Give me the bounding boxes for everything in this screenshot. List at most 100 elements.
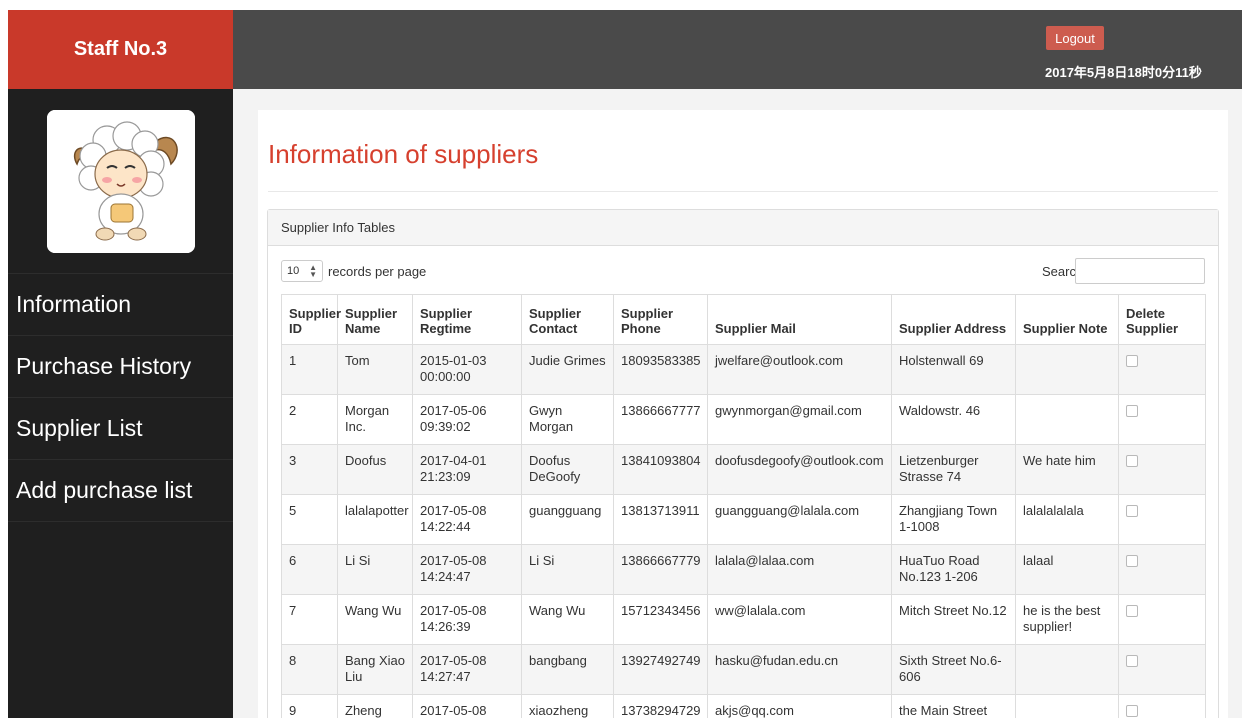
cell-phone: 15712343456 xyxy=(613,594,708,645)
column-header-mail[interactable]: Supplier Mail xyxy=(707,294,892,345)
panel-heading: Supplier Info Tables xyxy=(268,210,1218,246)
up-down-arrows-icon: ▲ ▼ xyxy=(309,263,317,279)
cell-mail: hasku@fudan.edu.cn xyxy=(707,644,892,695)
table-row: 5 lalalapotter 2017-05-08 14:22:44 guang… xyxy=(281,494,1206,545)
cell-name: Bang Xiao Liu xyxy=(337,644,413,695)
cell-mail: doofusdegoofy@outlook.com xyxy=(707,444,892,495)
column-header-id[interactable]: Supplier ID xyxy=(281,294,341,345)
cell-regtime: 2017-05-06 09:39:02 xyxy=(412,394,522,445)
cell-phone: 18093583385 xyxy=(613,344,708,395)
cell-mail: ww@lalala.com xyxy=(707,594,892,645)
cell-name: Tom xyxy=(337,344,413,395)
cell-mail: lalala@lalaa.com xyxy=(707,544,892,595)
cell-id: 5 xyxy=(281,494,338,545)
cell-name: lalalapotter xyxy=(337,494,413,545)
avatar-area xyxy=(8,89,233,274)
table-row: 2 Morgan Inc. 2017-05-06 09:39:02 Gwyn M… xyxy=(281,394,1206,445)
cell-contact: xiaozheng xyxy=(521,694,614,718)
cell-note: lalaal xyxy=(1015,544,1119,595)
cell-note: he is the best supplier! xyxy=(1015,594,1119,645)
sheep-avatar-icon xyxy=(46,109,195,253)
cell-name: Wang Wu xyxy=(337,594,413,645)
cell-regtime: 2017-05-08 14:27:47 xyxy=(412,644,522,695)
cell-regtime: 2017-05-08 14:24:47 xyxy=(412,544,522,595)
cell-contact: Doofus DeGoofy xyxy=(521,444,614,495)
column-header-regtime[interactable]: Supplier Regtime xyxy=(412,294,522,345)
delete-checkbox[interactable] xyxy=(1126,355,1138,367)
cell-contact: bangbang xyxy=(521,644,614,695)
cell-mail: gwynmorgan@gmail.com xyxy=(707,394,892,445)
delete-checkbox[interactable] xyxy=(1126,505,1138,517)
cell-id: 3 xyxy=(281,444,338,495)
main-content: Information of suppliers Supplier Info T… xyxy=(258,110,1228,718)
nav-item-supplier-list[interactable]: Supplier List xyxy=(8,398,233,460)
cell-delete xyxy=(1118,344,1206,395)
column-header-address[interactable]: Supplier Address xyxy=(891,294,1016,345)
cell-address: Zhangjiang Town 1-1008 xyxy=(891,494,1016,545)
delete-checkbox[interactable] xyxy=(1126,455,1138,467)
cell-note xyxy=(1015,644,1119,695)
nav-item-add-purchase-list[interactable]: Add purchase list xyxy=(8,460,233,522)
column-header-phone[interactable]: Supplier Phone xyxy=(613,294,708,345)
cell-name: Doofus xyxy=(337,444,413,495)
title-divider xyxy=(268,191,1218,192)
cell-contact: Wang Wu xyxy=(521,594,614,645)
table-row: 7 Wang Wu 2017-05-08 14:26:39 Wang Wu 15… xyxy=(281,594,1206,645)
avatar xyxy=(46,109,195,253)
staff-brand: Staff No.3 xyxy=(8,10,233,89)
nav-item-information[interactable]: Information xyxy=(8,274,233,336)
delete-checkbox[interactable] xyxy=(1126,655,1138,667)
app-frame: Staff No.3 Information Purchase History … xyxy=(8,10,1242,718)
cell-id: 2 xyxy=(281,394,338,445)
cell-phone: 13841093804 xyxy=(613,444,708,495)
cell-name: Li Si xyxy=(337,544,413,595)
cell-delete xyxy=(1118,694,1206,718)
sidebar: Staff No.3 Information Purchase History … xyxy=(8,10,233,718)
top-bar: Logout 2017年5月8日18时0分11秒 xyxy=(233,10,1242,89)
table-row: 3 Doofus 2017-04-01 21:23:09 Doofus DeGo… xyxy=(281,444,1206,495)
column-header-delete[interactable]: Delete Supplier xyxy=(1118,294,1206,345)
column-header-note[interactable]: Supplier Note xyxy=(1015,294,1119,345)
cell-address: Lietzenburger Strasse 74 xyxy=(891,444,1016,495)
table-controls: 10 ▲ ▼ records per page Search: xyxy=(268,246,1218,294)
cell-mail: guangguang@lalala.com xyxy=(707,494,892,545)
cell-delete xyxy=(1118,644,1206,695)
cell-id: 9 xyxy=(281,694,338,718)
cell-name: Morgan Inc. xyxy=(337,394,413,445)
cell-delete xyxy=(1118,394,1206,445)
records-per-page-label: records per page xyxy=(328,264,427,279)
cell-address: Waldowstr. 46 xyxy=(891,394,1016,445)
nav-item-purchase-history[interactable]: Purchase History xyxy=(8,336,233,398)
cell-address: the Main Street xyxy=(891,694,1016,718)
table-row: 6 Li Si 2017-05-08 14:24:47 Li Si 138666… xyxy=(281,544,1206,595)
delete-checkbox[interactable] xyxy=(1126,705,1138,717)
cell-phone: 13738294729 xyxy=(613,694,708,718)
delete-checkbox[interactable] xyxy=(1126,605,1138,617)
table-row: 9 Zheng Xiao 2017-05-08 xiaozheng 137382… xyxy=(281,694,1206,718)
cell-regtime: 2015-01-03 00:00:00 xyxy=(412,344,522,395)
cell-note xyxy=(1015,344,1119,395)
delete-checkbox[interactable] xyxy=(1126,555,1138,567)
logout-button[interactable]: Logout xyxy=(1046,26,1104,50)
column-header-contact[interactable]: Supplier Contact xyxy=(521,294,614,345)
cell-mail: jwelfare@outlook.com xyxy=(707,344,892,395)
cell-address: Mitch Street No.12 xyxy=(891,594,1016,645)
cell-id: 1 xyxy=(281,344,338,395)
column-header-name[interactable]: Supplier Name xyxy=(337,294,413,345)
cell-delete xyxy=(1118,444,1206,495)
cell-note: lalalalalala xyxy=(1015,494,1119,545)
cell-phone: 13866667777 xyxy=(613,394,708,445)
cell-address: Sixth Street No.6-606 xyxy=(891,644,1016,695)
cell-regtime: 2017-05-08 14:22:44 xyxy=(412,494,522,545)
delete-checkbox[interactable] xyxy=(1126,405,1138,417)
cell-id: 8 xyxy=(281,644,338,695)
cell-id: 7 xyxy=(281,594,338,645)
cell-contact: guangguang xyxy=(521,494,614,545)
cell-regtime: 2017-05-08 14:26:39 xyxy=(412,594,522,645)
table-row: 8 Bang Xiao Liu 2017-05-08 14:27:47 bang… xyxy=(281,644,1206,695)
records-per-page-select[interactable]: 10 ▲ ▼ xyxy=(281,260,323,282)
cell-phone: 13813713911 xyxy=(613,494,708,545)
cell-phone: 13866667779 xyxy=(613,544,708,595)
search-input[interactable] xyxy=(1075,258,1205,284)
page-title: Information of suppliers xyxy=(268,139,539,169)
